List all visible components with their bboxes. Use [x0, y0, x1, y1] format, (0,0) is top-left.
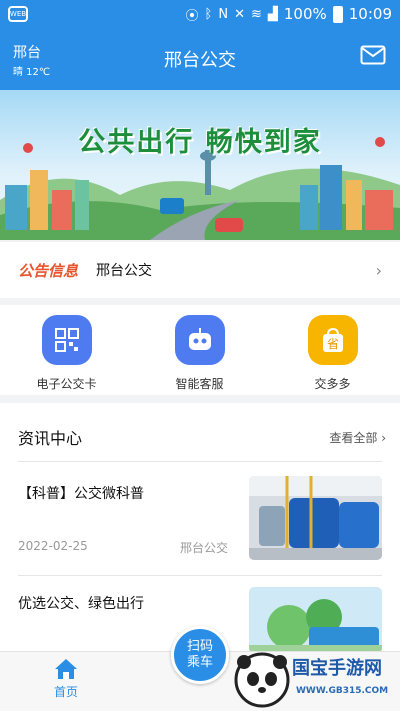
svg-text:省: 省 — [326, 337, 338, 351]
quick-action-label: 智能客服 — [175, 377, 224, 391]
signal-icon: ▟ — [267, 6, 278, 22]
news-section: 资讯中心 查看全部 › 【科普】公交微科普 2022-02-25 邢台公交 优选… — [0, 403, 400, 653]
news-item-source: 邢台公交 — [180, 541, 229, 555]
robot-icon — [174, 315, 225, 365]
battery-icon — [332, 5, 343, 23]
mail-icon[interactable] — [360, 45, 386, 65]
watermark-url: WWW.GB315.COM — [296, 686, 389, 696]
news-item-thumbnail — [249, 476, 382, 560]
mute-icon: ✕ — [234, 6, 245, 22]
quick-action-service[interactable]: 智能客服 — [133, 305, 266, 395]
quick-actions: 电子公交卡 智能客服 省 交多多 — [0, 305, 400, 395]
quick-action-label: 电子公交卡 — [36, 377, 97, 391]
notice-bar[interactable]: 公告信息 邢台公交 › — [0, 242, 400, 298]
divider — [18, 575, 382, 576]
news-section-title: 资讯中心 — [18, 429, 83, 448]
news-item-title: 优选公交、绿色出行 — [18, 596, 144, 612]
nfc-icon: N — [218, 6, 229, 22]
qr-code-icon — [41, 315, 92, 365]
battery-percent: 100% — [283, 5, 327, 23]
home-icon — [55, 659, 77, 679]
app-notification-icon: WEB — [8, 6, 28, 22]
scan-to-ride-button[interactable]: 扫码 乘车 — [171, 626, 229, 684]
bluetooth-icon: ᛒ — [204, 6, 213, 22]
quick-action-jiaoduoduo[interactable]: 省 交多多 — [266, 305, 399, 395]
page-title: 邢台公交 — [164, 50, 236, 71]
notice-text: 邢台公交 — [96, 263, 153, 279]
chevron-right-icon: › — [375, 260, 382, 280]
quick-action-label: 交多多 — [314, 377, 351, 391]
tab-home-label: 首页 — [53, 685, 78, 699]
clock: 10:09 — [348, 5, 392, 23]
watermark-text: 国宝手游网 — [292, 658, 382, 679]
wifi-icon: ≋ — [250, 6, 262, 22]
view-all-link[interactable]: 查看全部 › — [329, 429, 386, 446]
news-item-title: 【科普】公交微科普 — [18, 486, 144, 502]
divider — [18, 461, 382, 462]
location-icon: ⦿ — [185, 8, 199, 24]
panda-logo-icon — [234, 652, 290, 708]
banner-slogan: 公共出行 畅快到家 — [78, 127, 322, 158]
quick-action-bus-card[interactable]: 电子公交卡 — [0, 305, 133, 395]
promo-banner[interactable]: 公共出行 畅快到家 — [0, 90, 400, 240]
status-bar: WEB ⦿ ᛒ N ✕ ≋ ▟ 100% 10:09 — [0, 0, 400, 28]
app-header: 邢台 晴 12℃ 邢台公交 — [0, 28, 400, 90]
shopping-bag-icon: 省 — [307, 315, 358, 365]
news-item-date: 2022-02-25 — [18, 539, 88, 553]
notice-tag: 公告信息 — [18, 261, 79, 280]
tab-home[interactable]: 首页 — [40, 658, 92, 700]
news-item-thumbnail — [249, 587, 382, 653]
city-illustration — [0, 137, 400, 240]
watermark: 国宝手游网 WWW.GB315.COM — [232, 648, 398, 710]
